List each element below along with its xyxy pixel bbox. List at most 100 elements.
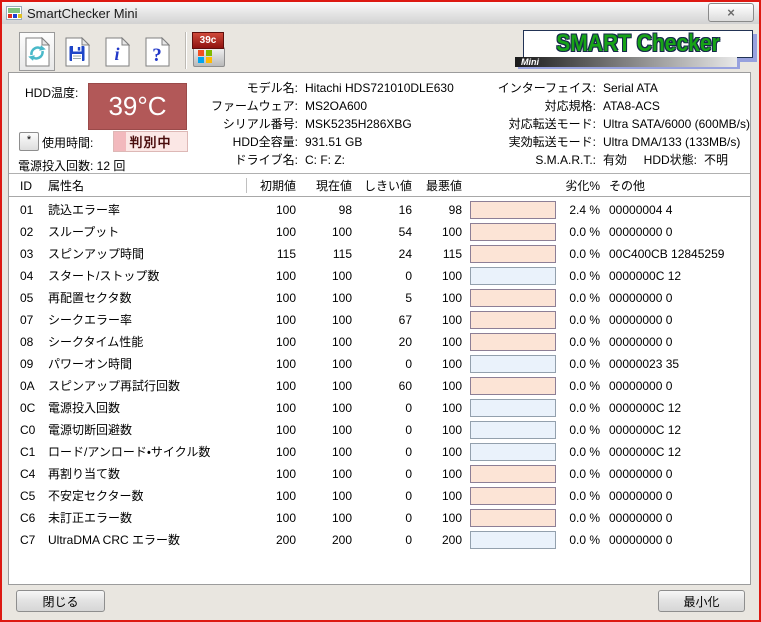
cell-attribute-name: ロード/アンロード・サイクル数 bbox=[48, 441, 210, 463]
hdd-temperature-value: 39°C bbox=[88, 83, 187, 130]
interface-info-column: インターフェイス:Serial ATA対応規格:ATA8-ACS対応転送モード:… bbox=[486, 79, 750, 169]
table-row[interactable]: 03スピンアップ時間115115241150.0 %00C400CB 12845… bbox=[9, 243, 750, 265]
app-window: SmartChecker Mini × bbox=[0, 0, 761, 622]
cell-worst: 100 bbox=[402, 441, 462, 463]
info-line: S.M.A.R.T.:有効HDD状態:不明 bbox=[486, 151, 750, 169]
table-row[interactable]: 01読込エラー率1009816982.4 %00000004 4 bbox=[9, 199, 750, 221]
cell-current: 100 bbox=[292, 309, 352, 331]
cell-other: 0000000C 12 bbox=[609, 419, 681, 441]
info-button[interactable]: i bbox=[99, 32, 135, 71]
asterisk-button[interactable]: * bbox=[19, 132, 39, 151]
cell-other: 00000000 0 bbox=[609, 309, 672, 331]
table-row[interactable]: 0C電源投入回数10010001000.0 %0000000C 12 bbox=[9, 397, 750, 419]
cell-current: 100 bbox=[292, 375, 352, 397]
cell-current: 98 bbox=[292, 199, 352, 221]
cell-attribute-name: スピンアップ時間 bbox=[48, 243, 144, 265]
title-bar[interactable]: SmartChecker Mini × bbox=[2, 2, 759, 25]
health-bar bbox=[470, 377, 556, 395]
table-row[interactable]: C6未訂正エラー数10010001000.0 %00000000 0 bbox=[9, 507, 750, 529]
cell-degradation: 0.0 % bbox=[556, 441, 600, 463]
info-line: 実効転送モード:Ultra DMA/133 (133MB/s) bbox=[486, 133, 750, 151]
minimize-button[interactable]: 最小化 bbox=[658, 590, 745, 612]
cell-degradation: 0.0 % bbox=[556, 243, 600, 265]
close-icon: × bbox=[727, 6, 735, 19]
cell-degradation: 0.0 % bbox=[556, 331, 600, 353]
cell-id: 03 bbox=[20, 243, 33, 265]
help-button[interactable]: ? bbox=[139, 32, 175, 71]
cell-other: 0000000C 12 bbox=[609, 441, 681, 463]
info-line: モデル名:Hitachi HDS721010DLE630 bbox=[188, 79, 454, 97]
table-header: ID 属性名 初期値 現在値 しきい値 最悪値 劣化% その他 bbox=[9, 176, 750, 196]
cell-worst: 100 bbox=[402, 463, 462, 485]
table-row[interactable]: 08シークタイム性能100100201000.0 %00000000 0 bbox=[9, 331, 750, 353]
info-label: 対応規格: bbox=[486, 97, 596, 115]
logo-title: SMART Checker bbox=[556, 30, 719, 58]
cell-worst: 100 bbox=[402, 507, 462, 529]
cell-current: 100 bbox=[292, 463, 352, 485]
table-row[interactable]: 0Aスピンアップ再試行回数100100601000.0 %00000000 0 bbox=[9, 375, 750, 397]
table-row[interactable]: C0電源切断回避数10010001000.0 %0000000C 12 bbox=[9, 419, 750, 441]
usage-gauge-fill bbox=[114, 132, 126, 151]
table-row[interactable]: C7UltraDMA CRC エラー数20020002000.0 %000000… bbox=[9, 529, 750, 551]
cell-initial: 100 bbox=[236, 485, 296, 507]
table-row[interactable]: 04スタート/ストップ数10010001000.0 %0000000C 12 bbox=[9, 265, 750, 287]
cell-current: 100 bbox=[292, 221, 352, 243]
close-window-button[interactable]: × bbox=[708, 3, 754, 22]
cell-worst: 100 bbox=[402, 221, 462, 243]
help-icon: ? bbox=[144, 37, 170, 67]
cell-initial: 100 bbox=[236, 265, 296, 287]
header-worst: 最悪値 bbox=[402, 176, 462, 196]
cell-id: 02 bbox=[20, 221, 33, 243]
header-id: ID bbox=[20, 176, 32, 196]
svg-text:?: ? bbox=[152, 45, 162, 66]
cell-attribute-name: スタート/ストップ数 bbox=[48, 265, 159, 287]
cell-worst: 100 bbox=[402, 485, 462, 507]
info-icon: i bbox=[104, 37, 130, 67]
info-value: MS2OA600 bbox=[305, 99, 367, 113]
cell-current: 100 bbox=[292, 441, 352, 463]
cell-current: 100 bbox=[292, 287, 352, 309]
app-logo: SMART Checker bbox=[523, 30, 753, 58]
cell-initial: 100 bbox=[236, 507, 296, 529]
cell-attribute-name: 再割り当て数 bbox=[48, 463, 120, 485]
info-line: ドライブ名:C: F: Z: bbox=[188, 151, 454, 169]
close-button[interactable]: 閉じる bbox=[16, 590, 105, 612]
health-bar bbox=[470, 421, 556, 439]
refresh-button[interactable] bbox=[19, 32, 55, 71]
cell-degradation: 0.0 % bbox=[556, 419, 600, 441]
window-title: SmartChecker Mini bbox=[27, 6, 138, 21]
table-row[interactable]: C5不安定セクター数10010001000.0 %00000000 0 bbox=[9, 485, 750, 507]
cell-initial: 100 bbox=[236, 397, 296, 419]
cell-other: 00C400CB 12845259 bbox=[609, 243, 724, 265]
health-bar bbox=[470, 465, 556, 483]
cell-other: 00000000 0 bbox=[609, 507, 672, 529]
cell-id: C5 bbox=[20, 485, 35, 507]
header-other: その他 bbox=[609, 176, 645, 196]
cell-current: 200 bbox=[292, 529, 352, 551]
drive-icon bbox=[193, 47, 225, 67]
cell-degradation: 2.4 % bbox=[556, 199, 600, 221]
table-row[interactable]: 07シークエラー率100100671000.0 %00000000 0 bbox=[9, 309, 750, 331]
info-line: シリアル番号:MSK5235H286XBG bbox=[188, 115, 454, 133]
cell-current: 100 bbox=[292, 507, 352, 529]
cell-other: 0000000C 12 bbox=[609, 397, 681, 419]
table-row[interactable]: 02スループット100100541000.0 %00000000 0 bbox=[9, 221, 750, 243]
cell-other: 00000000 0 bbox=[609, 529, 672, 551]
table-row[interactable]: C1ロード/アンロード・サイクル数10010001000.0 %0000000C… bbox=[9, 441, 750, 463]
cell-initial: 100 bbox=[236, 463, 296, 485]
cell-degradation: 0.0 % bbox=[556, 375, 600, 397]
cell-current: 100 bbox=[292, 397, 352, 419]
health-bar bbox=[470, 487, 556, 505]
health-bar bbox=[470, 201, 556, 219]
cell-other: 00000000 0 bbox=[609, 375, 672, 397]
info-value: Hitachi HDS721010DLE630 bbox=[305, 81, 454, 95]
info-value: Ultra SATA/6000 (600MB/s) bbox=[603, 117, 750, 131]
temperature-tray-icon[interactable]: 39c bbox=[192, 32, 226, 69]
info-line: 対応規格:ATA8-ACS bbox=[486, 97, 750, 115]
usage-time-box: 判別中 bbox=[113, 131, 188, 152]
save-button[interactable] bbox=[59, 32, 95, 71]
cell-worst: 100 bbox=[402, 419, 462, 441]
table-row[interactable]: C4再割り当て数10010001000.0 %00000000 0 bbox=[9, 463, 750, 485]
table-row[interactable]: 09パワーオン時間10010001000.0 %00000023 35 bbox=[9, 353, 750, 375]
table-row[interactable]: 05再配置セクタ数10010051000.0 %00000000 0 bbox=[9, 287, 750, 309]
